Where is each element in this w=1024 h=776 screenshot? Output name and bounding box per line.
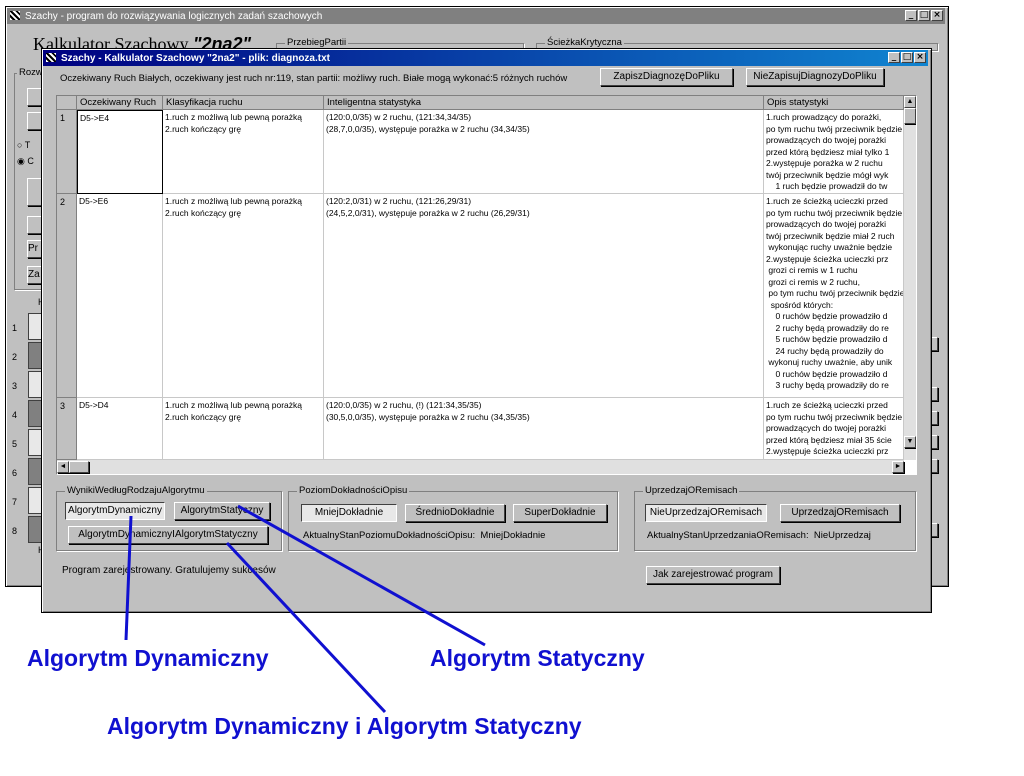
scroll-thumb-vertical[interactable]: [904, 108, 916, 124]
row-2-classification[interactable]: 1.ruch z możliwą lub pewną porażką 2.ruc…: [163, 194, 324, 398]
dialog-minimize-button[interactable]: _: [888, 52, 900, 63]
rank-label: 4: [12, 410, 18, 420]
dialog-icon: [46, 53, 56, 62]
maximize-button[interactable]: □: [918, 10, 930, 21]
status-line: Oczekiwany Ruch Białych, oczekiwany jest…: [60, 73, 568, 84]
back-button-pr-label: Pr: [28, 243, 38, 254]
rank-label: 6: [12, 468, 18, 478]
board-square[interactable]: [28, 313, 42, 340]
row-3-stats[interactable]: (120:0,0/35) w 2 ruchu, (!) (121:34,35/3…: [324, 398, 764, 460]
row-number-2: 2: [57, 194, 77, 398]
scroll-left-button[interactable]: ◄: [57, 461, 69, 473]
radio-t[interactable]: ○ T: [17, 140, 30, 150]
row-1-classification[interactable]: 1.ruch z możliwą lub pewną porażką 2.ruc…: [163, 110, 324, 194]
accuracy-less-button[interactable]: MniejDokładnie: [301, 504, 397, 522]
main-window-title: Szachy - program do rozwiązywania logicz…: [25, 10, 323, 22]
column-header-stats[interactable]: Inteligentna statystyka: [324, 96, 764, 110]
column-header-description[interactable]: Opis statystyki: [764, 96, 904, 110]
board-square[interactable]: [28, 458, 42, 485]
row-1-move[interactable]: D5->E4: [77, 110, 163, 194]
algorithm-dynamic-button[interactable]: AlgorytmDynamiczny: [65, 502, 165, 520]
statistics-table[interactable]: Oczekiwany Ruch Klasyfikacja ruchu Intel…: [56, 95, 917, 475]
board-square[interactable]: [28, 429, 42, 456]
row-3-move[interactable]: D5->D4: [77, 398, 163, 460]
row-1-stats[interactable]: (120:0,0/35) w 2 ruchu, (121:34,34/35) (…: [324, 110, 764, 194]
board-square[interactable]: [28, 400, 42, 427]
row-number-1: 1: [57, 110, 77, 194]
board-square[interactable]: [28, 487, 42, 514]
algorithm-group: WynikiWedługRodzajuAlgorytmu AlgorytmDyn…: [56, 485, 282, 551]
rank-label: 5: [12, 439, 18, 449]
row-2-move[interactable]: D5->E6: [77, 194, 163, 398]
table-corner: [57, 96, 77, 110]
scroll-down-button[interactable]: ▼: [904, 436, 916, 448]
close-button[interactable]: ×: [931, 10, 943, 21]
row-2-description[interactable]: 1.ruch ze ścieżką ucieczki przed po tym …: [764, 194, 904, 398]
scroll-right-button[interactable]: ►: [892, 461, 904, 473]
save-diagnosis-button[interactable]: ZapiszDiagnozęDoPliku: [600, 68, 733, 86]
remis-status: AktualnyStanUprzedzaniaORemisach: NieUpr…: [647, 530, 871, 541]
przebieg-label: PrzebiegPartii: [285, 37, 349, 48]
rank-label: 7: [12, 497, 18, 507]
remis-yes-button[interactable]: UprzedzajORemisach: [780, 504, 900, 522]
radio-t-label: T: [24, 140, 31, 150]
column-header-move[interactable]: Oczekiwany Ruch: [77, 96, 163, 110]
accuracy-medium-button[interactable]: ŚrednioDokładnie: [405, 504, 505, 522]
annotation-dynamic: Algorytm Dynamiczny: [27, 645, 269, 671]
accuracy-super-button[interactable]: SuperDokładnie: [513, 504, 607, 522]
radio-c-label: C: [27, 156, 34, 166]
register-button[interactable]: Jak zarejestrować program: [646, 566, 780, 584]
scroll-up-button[interactable]: ▲: [904, 96, 916, 108]
rank-label: 2: [12, 352, 18, 362]
board-square[interactable]: [28, 516, 42, 543]
board-area: H 12345678 H: [8, 297, 45, 555]
scroll-thumb-horizontal[interactable]: [69, 461, 89, 473]
dialog-close-button[interactable]: ×: [914, 52, 926, 63]
app-icon: [10, 11, 20, 20]
vertical-scrollbar[interactable]: ▲ ▼: [904, 96, 916, 460]
sciezka-label: ŚcieżkaKrytyczna: [545, 37, 624, 48]
no-save-diagnosis-button[interactable]: NieZapisujDiagnozyDoPliku: [746, 68, 884, 86]
remis-group-label: UprzedzajORemisach: [643, 485, 740, 496]
algorithm-static-button[interactable]: AlgorytmStatyczny: [174, 502, 270, 520]
row-2-stats[interactable]: (120:2,0/31) w 2 ruchu, (121:26,29/31) (…: [324, 194, 764, 398]
row-3-classification[interactable]: 1.ruch z możliwą lub pewną porażką 2.ruc…: [163, 398, 324, 460]
back-button-za-label: Za: [28, 269, 40, 280]
remis-group: UprzedzajORemisach NieUprzedzajORemisach…: [634, 485, 916, 551]
board-square[interactable]: [28, 342, 42, 369]
row-3-description[interactable]: 1.ruch ze ścieżką ucieczki przed po tym …: [764, 398, 904, 460]
minimize-button[interactable]: _: [905, 10, 917, 21]
main-window-titlebar: Szachy - program do rozwiązywania logicz…: [7, 8, 945, 24]
column-header-classification[interactable]: Klasyfikacja ruchu: [163, 96, 324, 110]
dialog-title: Szachy - Kalkulator Szachowy "2na2" - pl…: [61, 52, 330, 64]
rank-label: 8: [12, 526, 18, 536]
radio-c[interactable]: ◉ C: [17, 156, 34, 167]
row-number-3: 3: [57, 398, 77, 460]
row-1-description[interactable]: 1.ruch prowadzący do porażki, po tym ruc…: [764, 110, 904, 194]
rank-label: 1: [12, 323, 18, 333]
annotation-both: Algorytm Dynamiczny i Algorytm Statyczny: [107, 713, 582, 739]
diagnosis-dialog: Szachy - Kalkulator Szachowy "2na2" - pl…: [41, 48, 932, 613]
board-square[interactable]: [28, 371, 42, 398]
accuracy-group: PoziomDokładnościOpisu MniejDokładnie Śr…: [288, 485, 618, 551]
annotation-static: Algorytm Statyczny: [430, 645, 645, 671]
accuracy-group-label: PoziomDokładnościOpisu: [297, 485, 410, 496]
dialog-titlebar: Szachy - Kalkulator Szachowy "2na2" - pl…: [43, 50, 928, 66]
algorithm-both-button[interactable]: AlgorytmDynamicznyIAlgorytmStatyczny: [68, 526, 268, 544]
rank-label: 3: [12, 381, 18, 391]
remis-no-button[interactable]: NieUprzedzajORemisach: [645, 504, 767, 522]
dialog-maximize-button[interactable]: □: [901, 52, 913, 63]
horizontal-scrollbar[interactable]: ◄ ►: [57, 460, 904, 474]
registered-text: Program zarejestrowany. Gratulujemy sukc…: [62, 565, 276, 576]
accuracy-status: AktualnyStanPoziomuDokładnościOpisu: Mni…: [303, 530, 546, 541]
algorithm-group-label: WynikiWedługRodzajuAlgorytmu: [65, 485, 207, 496]
